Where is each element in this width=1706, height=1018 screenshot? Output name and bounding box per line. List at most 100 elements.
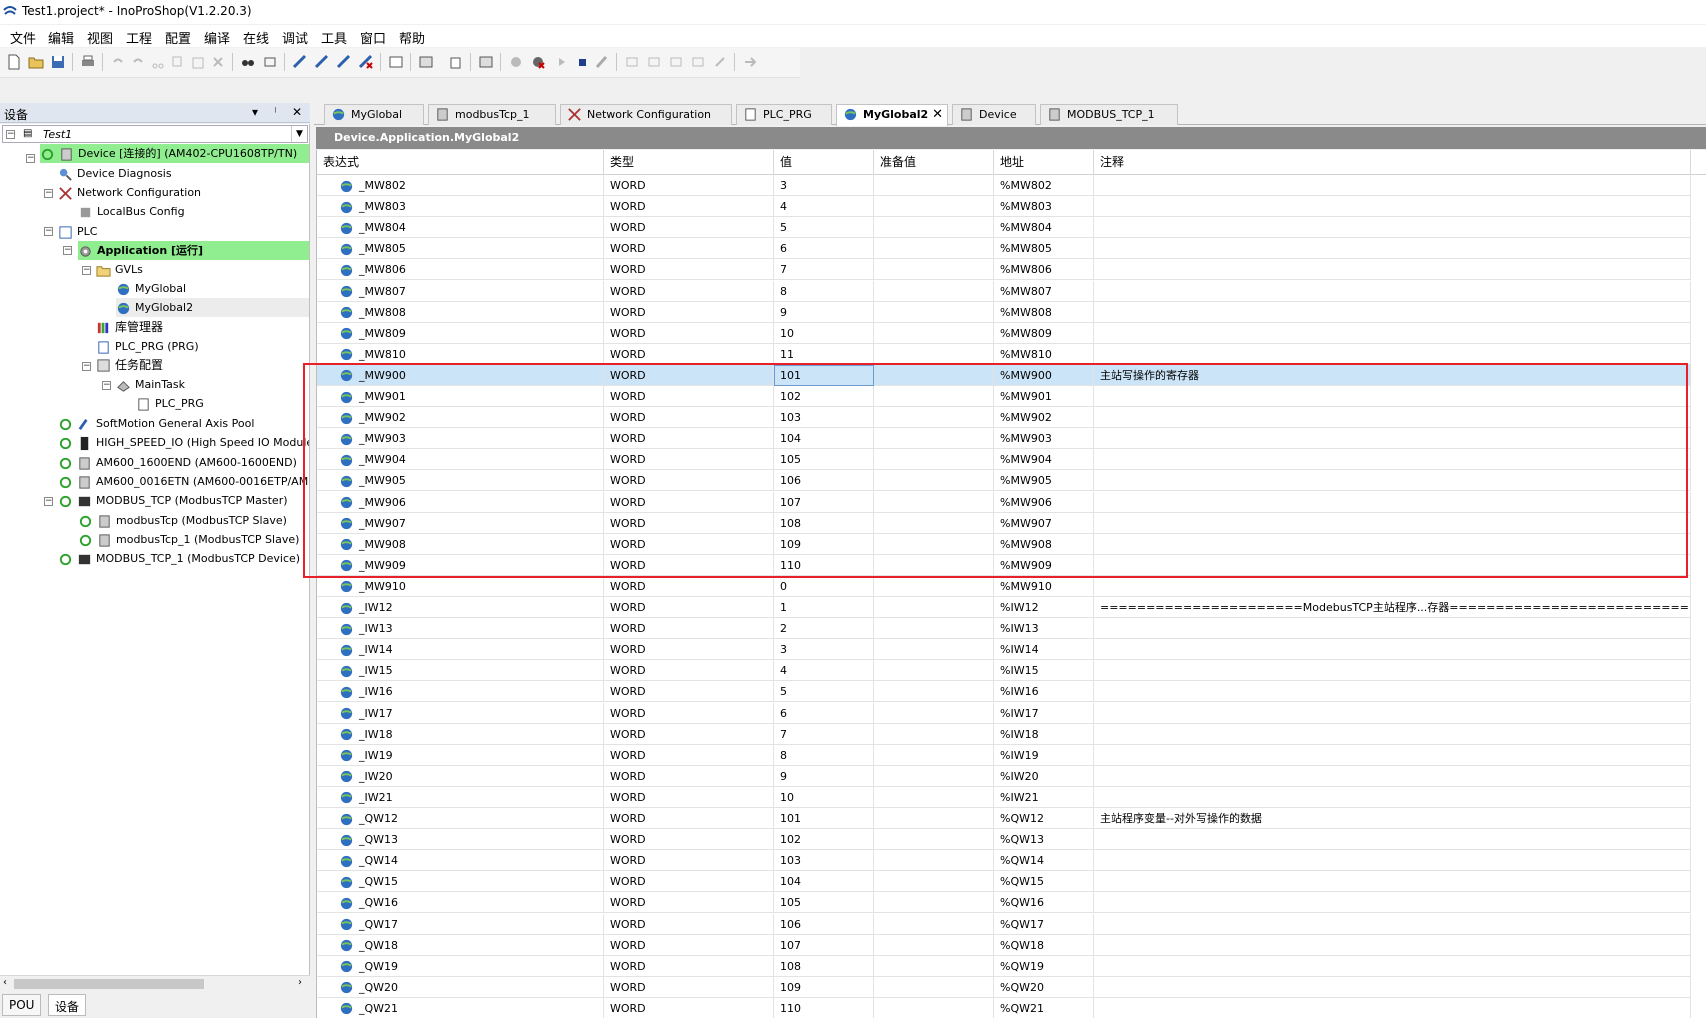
build-icon[interactable] — [292, 54, 308, 70]
menu-edit[interactable]: 编辑 — [48, 28, 74, 47]
collapse-icon[interactable]: − — [82, 362, 91, 371]
cell-prepared-value[interactable] — [874, 976, 994, 998]
online-config-icon[interactable] — [478, 54, 494, 70]
tab-myglobal2[interactable]: MyGlobal2 ✕ — [836, 104, 948, 126]
tree-item-softmotion-pool[interactable]: SoftMotion General Axis Pool — [58, 414, 254, 433]
cell-prepared-value[interactable] — [874, 575, 994, 597]
table-row[interactable]: _MW805 WORD 6 %MW805 — [317, 238, 1691, 260]
scroll-right-icon[interactable]: › — [298, 977, 302, 988]
column-header-comment[interactable]: 注释 — [1094, 150, 1691, 175]
cell-prepared-value[interactable] — [874, 322, 994, 344]
table-row[interactable]: _IW14 WORD 3 %IW14 — [317, 639, 1691, 661]
cell-prepared-value[interactable] — [874, 871, 994, 893]
add-object-icon[interactable] — [418, 54, 434, 70]
collapse-icon[interactable]: − — [63, 246, 72, 255]
start-icon[interactable] — [554, 54, 570, 70]
step-into-icon[interactable] — [668, 54, 684, 70]
tree-item-gvls[interactable]: GVLs — [96, 260, 143, 279]
table-row[interactable]: _IW16 WORD 5 %IW16 — [317, 681, 1691, 703]
scroll-left-icon[interactable]: ‹ — [3, 977, 7, 988]
menu-help[interactable]: 帮助 — [399, 28, 425, 47]
collapse-icon[interactable]: − — [6, 130, 15, 139]
collapse-icon[interactable]: − — [44, 189, 53, 198]
table-row[interactable]: _QW21 WORD 110 %QW21 — [317, 997, 1691, 1018]
find-icon[interactable] — [240, 54, 256, 70]
tree-item-network-configuration[interactable]: Network Configuration — [58, 183, 201, 202]
cell-prepared-value[interactable] — [874, 470, 994, 492]
reset-icon[interactable] — [594, 54, 610, 70]
table-row[interactable]: _QW19 WORD 108 %QW19 — [317, 955, 1691, 977]
copy-icon[interactable] — [170, 54, 186, 70]
column-header-type[interactable]: 类型 — [604, 150, 774, 175]
table-row[interactable]: _MW905 WORD 106 %MW905 — [317, 470, 1691, 492]
cell-prepared-value[interactable] — [874, 850, 994, 872]
step-over-icon[interactable] — [646, 54, 662, 70]
cell-prepared-value[interactable] — [874, 618, 994, 640]
tree-item-localbus-config[interactable]: LocalBus Config — [78, 202, 185, 221]
table-row[interactable]: _MW901 WORD 102 %MW901 — [317, 386, 1691, 407]
replace-icon[interactable] — [262, 54, 278, 70]
clean-icon[interactable] — [358, 54, 374, 70]
table-row[interactable]: _MW808 WORD 9 %MW808 — [317, 301, 1691, 323]
menu-file[interactable]: 文件 — [10, 28, 36, 47]
table-row[interactable]: _IW12 WORD 1 %IW12 ======================Mod… — [317, 597, 1691, 618]
table-row[interactable]: _MW908 WORD 109 %MW908 — [317, 533, 1691, 555]
tree-item-modbus-tcp-1[interactable]: MODBUS_TCP_1 (ModbusTCP Device) — [58, 549, 300, 568]
table-row[interactable]: _IW17 WORD 6 %IW17 — [317, 702, 1691, 724]
table-row[interactable]: _MW803 WORD 4 %MW803 — [317, 196, 1691, 218]
tree-item-myglobal2[interactable]: MyGlobal2 — [116, 298, 309, 317]
table-row[interactable]: _MW802 WORD 3 %MW802 — [317, 175, 1691, 196]
cell-prepared-value[interactable] — [874, 744, 994, 766]
menu-build[interactable]: 编译 — [204, 28, 230, 47]
scrollbar-thumb[interactable] — [14, 979, 204, 989]
close-tab-icon[interactable]: ✕ — [932, 105, 943, 124]
new-file-icon[interactable] — [6, 54, 22, 70]
table-row[interactable]: _QW12 WORD 101 %QW12 主站程序变量--对外写操作的数据 — [317, 808, 1691, 829]
column-header-expression[interactable]: 表达式 — [317, 150, 604, 175]
tree-item-device[interactable]: Device [连接的] (AM402-CPU1608TP/TN) — [40, 144, 309, 163]
cell-prepared-value[interactable] — [874, 512, 994, 534]
dropdown-arrow-icon[interactable]: ▾ — [252, 105, 258, 119]
tab-network-configuration[interactable]: Network Configuration — [560, 104, 732, 125]
cell-prepared-value[interactable] — [874, 765, 994, 787]
navigate-icon[interactable] — [742, 54, 758, 70]
table-row[interactable]: _IW20 WORD 9 %IW20 — [317, 765, 1691, 787]
tab-devices[interactable]: 设备 — [48, 994, 87, 1016]
cell-prepared-value[interactable] — [874, 913, 994, 935]
tree-item-library-manager[interactable]: 库管理器 — [96, 318, 163, 337]
table-row[interactable]: _QW16 WORD 105 %QW16 — [317, 892, 1691, 914]
export-icon[interactable] — [448, 54, 464, 70]
table-row[interactable]: _MW809 WORD 10 %MW809 — [317, 322, 1691, 344]
undo-icon[interactable] — [110, 54, 126, 70]
menu-view[interactable]: 视图 — [87, 28, 113, 47]
cell-prepared-value[interactable] — [874, 196, 994, 218]
tab-plc-prg[interactable]: PLC_PRG — [736, 104, 832, 125]
tree-item-am600-1600end[interactable]: AM600_1600END (AM600-1600END) — [58, 453, 297, 472]
project-combo[interactable]: − ▤ Test1 ▼ — [2, 125, 308, 143]
cell-prepared-value[interactable] — [874, 660, 994, 682]
table-row[interactable]: _QW14 WORD 103 %QW14 — [317, 850, 1691, 872]
tree-item-am600-0016etn[interactable]: AM600_0016ETN (AM600-0016ETP/AM600-0 — [58, 472, 309, 491]
open-folder-icon[interactable] — [28, 54, 44, 70]
tab-modbus-tcp-1[interactable]: MODBUS_TCP_1 — [1040, 104, 1178, 125]
menu-config[interactable]: 配置 — [165, 28, 191, 47]
menu-online[interactable]: 在线 — [243, 28, 269, 47]
cell-prepared-value[interactable] — [874, 175, 994, 196]
force-icon[interactable] — [712, 54, 728, 70]
table-row[interactable]: _QW17 WORD 106 %QW17 — [317, 913, 1691, 935]
cell-prepared-value[interactable] — [874, 364, 994, 386]
table-row[interactable]: _QW20 WORD 109 %QW20 — [317, 976, 1691, 998]
cell-prepared-value[interactable] — [874, 723, 994, 745]
table-row[interactable]: _MW910 WORD 0 %MW910 — [317, 575, 1691, 597]
cell-prepared-value[interactable] — [874, 892, 994, 914]
collapse-icon[interactable]: − — [44, 227, 53, 236]
window-icon[interactable] — [388, 54, 404, 70]
cell-prepared-value[interactable] — [874, 786, 994, 808]
cell-prepared-value[interactable] — [874, 955, 994, 977]
logout-icon[interactable] — [530, 54, 546, 70]
table-row[interactable]: _IW15 WORD 4 %IW15 — [317, 660, 1691, 682]
breakpoint-icon[interactable] — [624, 54, 640, 70]
tree-item-myglobal[interactable]: MyGlobal — [116, 279, 186, 298]
rebuild-icon[interactable] — [314, 54, 330, 70]
column-header-prepared-value[interactable]: 准备值 — [874, 150, 994, 175]
